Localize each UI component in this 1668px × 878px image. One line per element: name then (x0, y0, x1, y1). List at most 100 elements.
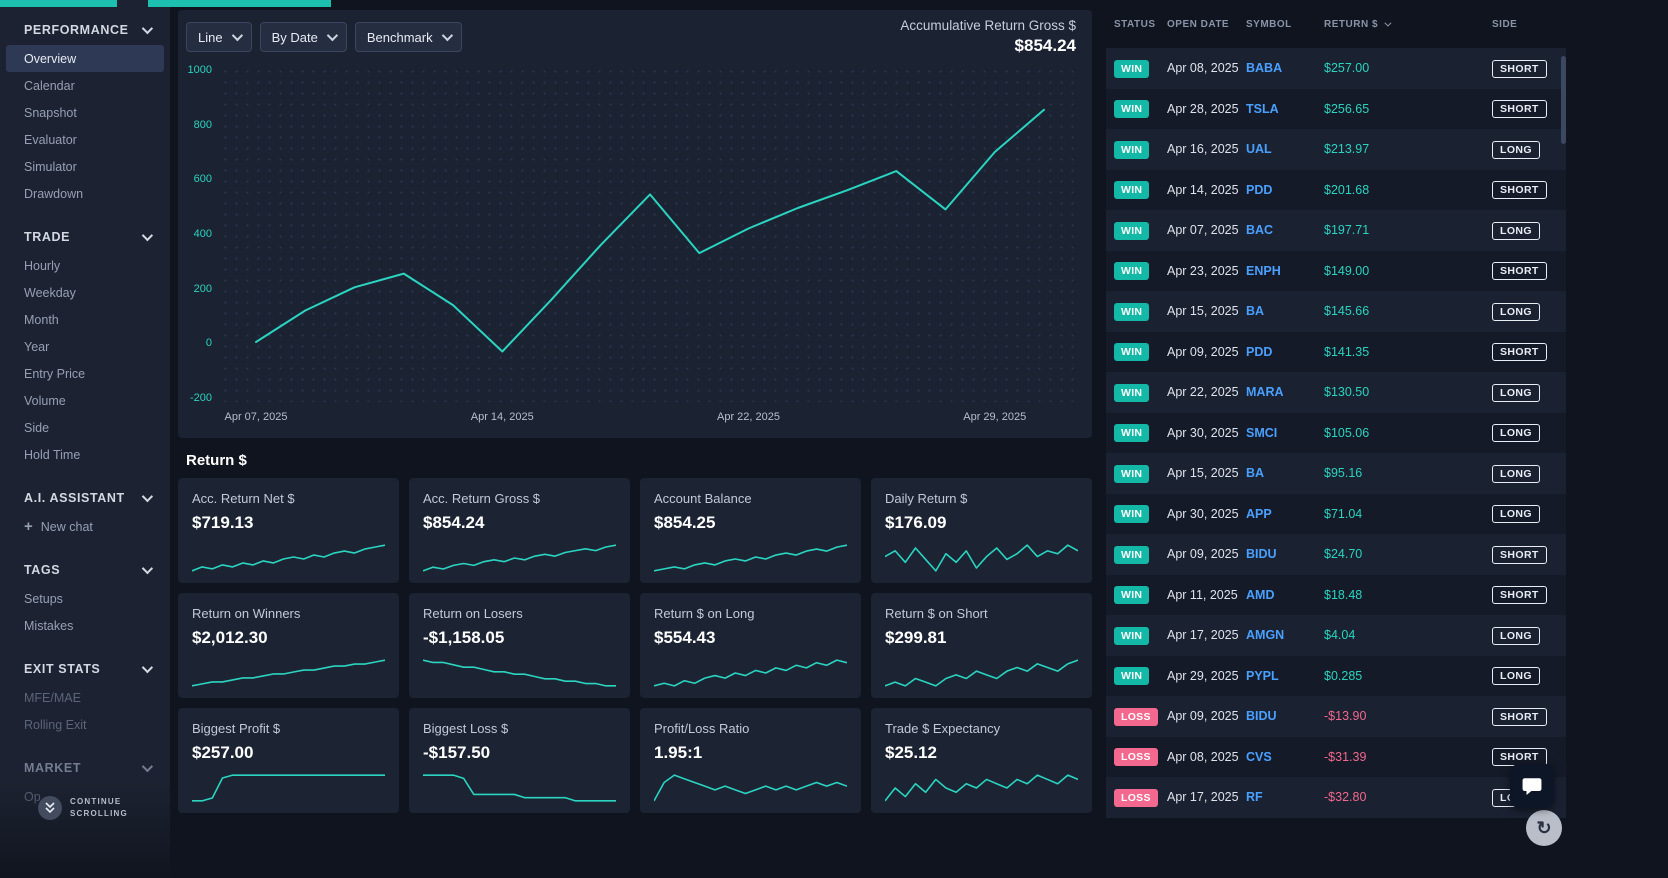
sidebar-section-performance[interactable]: PERFORMANCE (0, 14, 170, 45)
symbol-link[interactable]: CVS (1246, 750, 1324, 764)
sidebar-item-label: Month (24, 312, 59, 327)
sidebar-item-hourly[interactable]: Hourly (0, 252, 170, 279)
table-row[interactable]: WIN Apr 09, 2025 BIDU $24.70 SHORT (1106, 534, 1566, 575)
sidebar-item-new-chat[interactable]: + New chat (0, 513, 170, 540)
sidebar-item-weekday[interactable]: Weekday (0, 279, 170, 306)
side-cell: LONG (1492, 302, 1558, 321)
side-badge: SHORT (1492, 100, 1547, 119)
table-row[interactable]: WIN Apr 28, 2025 TSLA $256.65 SHORT (1106, 88, 1566, 129)
table-row[interactable]: WIN Apr 07, 2025 BAC $197.71 LONG (1106, 210, 1566, 251)
table-row[interactable]: LOSSApr 17, 2025RF-$32.80LONG (1106, 777, 1566, 818)
sidebar-item-evaluator[interactable]: Evaluator (0, 126, 170, 153)
sidebar-section-exit-stats[interactable]: EXIT STATS (0, 653, 170, 684)
sidebar-item-entry-price[interactable]: Entry Price (0, 360, 170, 387)
table-row[interactable]: WIN Apr 11, 2025 AMD $18.48 SHORT (1106, 574, 1566, 615)
column-header-return[interactable]: RETURN $ (1324, 19, 1492, 30)
symbol-link[interactable]: BABA (1246, 61, 1324, 75)
open-date-cell: Apr 29, 2025 (1167, 668, 1239, 683)
sidebar-item-rolling-exit[interactable]: Rolling Exit (0, 711, 170, 738)
sidebar-section-market[interactable]: MARKET (0, 752, 170, 783)
table-row[interactable]: WIN Apr 30, 2025 APP $71.04 LONG (1106, 493, 1566, 534)
symbol-link[interactable]: AMGN (1246, 628, 1324, 642)
continue-scrolling[interactable]: CONTINUE SCROLLING (38, 796, 128, 820)
symbol-link[interactable]: PDD (1246, 345, 1324, 359)
sidebar-item-snapshot[interactable]: Snapshot (0, 99, 170, 126)
open-date-cell: Apr 22, 2025 (1167, 385, 1239, 400)
sort-chevron-icon[interactable] (1384, 19, 1392, 27)
table-row[interactable]: LOSS Apr 08, 2025 CVS -$31.39 SHORT (1106, 736, 1566, 777)
column-header-status[interactable]: STATUS (1114, 19, 1167, 30)
table-row[interactable]: WIN Apr 23, 2025 ENPH $149.00 SHORT (1106, 250, 1566, 291)
return-cell: $130.50 (1324, 385, 1370, 400)
sidebar-item-overview[interactable]: Overview (6, 45, 164, 72)
sidebar-section-tags[interactable]: TAGS (0, 554, 170, 585)
sidebar-item-calendar[interactable]: Calendar (0, 72, 170, 99)
symbol-link[interactable]: TSLA (1246, 102, 1324, 116)
symbol-link[interactable]: MARA (1246, 385, 1324, 399)
y-tick-label: 0 (205, 337, 212, 350)
sidebar-item-year[interactable]: Year (0, 333, 170, 360)
scroll-down-icon[interactable] (38, 796, 62, 820)
symbol-link[interactable]: BA (1246, 466, 1324, 480)
stat-card-acc-return-gross[interactable]: Acc. Return Gross $ $854.24 (409, 478, 630, 583)
symbol-link[interactable]: PDD (1246, 183, 1324, 197)
table-row[interactable]: WIN Apr 30, 2025 SMCI $105.06 LONG (1106, 412, 1566, 453)
column-header-side[interactable]: SIDE (1492, 19, 1558, 30)
table-row[interactable]: WIN Apr 22, 2025 MARA $130.50 LONG (1106, 372, 1566, 413)
stat-card-return-on-winners[interactable]: Return on Winners $2,012.30 (178, 593, 399, 698)
scrollbar-thumb[interactable] (1561, 56, 1566, 144)
sidebar-section-a-i-assistant[interactable]: A.I. ASSISTANT (0, 482, 170, 513)
sidebar-item-side[interactable]: Side (0, 414, 170, 441)
table-row[interactable]: WIN Apr 09, 2025 PDD $141.35 SHORT (1106, 331, 1566, 372)
benchmark-dropdown[interactable]: Benchmark (354, 22, 462, 52)
sidebar-section-trade[interactable]: TRADE (0, 221, 170, 252)
table-row[interactable]: WIN Apr 29, 2025 PYPL $0.285 LONG (1106, 655, 1566, 696)
column-header-open-date[interactable]: OPEN DATE (1167, 19, 1246, 30)
status-badge: WIN (1114, 626, 1150, 645)
stat-card-daily-return[interactable]: Daily Return $ $176.09 (871, 478, 1092, 583)
stat-card-account-balance[interactable]: Account Balance $854.25 (640, 478, 861, 583)
symbol-link[interactable]: PYPL (1246, 669, 1324, 683)
sidebar-item-setups[interactable]: Setups (0, 585, 170, 612)
table-row[interactable]: WIN Apr 15, 2025 BA $95.16 LONG (1106, 453, 1566, 494)
stat-card-acc-return-net[interactable]: Acc. Return Net $ $719.13 (178, 478, 399, 583)
chat-launcher-button[interactable] (1510, 764, 1554, 808)
stat-card-trade-expectancy[interactable]: Trade $ Expectancy $25.12 (871, 708, 1092, 813)
symbol-link[interactable]: UAL (1246, 142, 1324, 156)
sidebar-item-volume[interactable]: Volume (0, 387, 170, 414)
stat-card-biggest-loss[interactable]: Biggest Loss $ -$157.50 (409, 708, 630, 813)
table-row[interactable]: WIN Apr 14, 2025 PDD $201.68 SHORT (1106, 169, 1566, 210)
open-date-cell: Apr 09, 2025 (1167, 547, 1239, 562)
side-cell: SHORT (1492, 707, 1558, 726)
by-date-dropdown[interactable]: By Date (259, 22, 347, 52)
sidebar-item-simulator[interactable]: Simulator (0, 153, 170, 180)
symbol-link[interactable]: RF (1246, 790, 1324, 804)
return-cell: -$31.39 (1324, 749, 1367, 764)
sidebar-item-month[interactable]: Month (0, 306, 170, 333)
stat-card-return-on-long[interactable]: Return $ on Long $554.43 (640, 593, 861, 698)
symbol-link[interactable]: ENPH (1246, 264, 1324, 278)
stat-card-return-on-losers[interactable]: Return on Losers -$1,158.05 (409, 593, 630, 698)
sidebar-item-hold-time[interactable]: Hold Time (0, 441, 170, 468)
symbol-link[interactable]: BIDU (1246, 547, 1324, 561)
symbol-link[interactable]: BA (1246, 304, 1324, 318)
symbol-link[interactable]: APP (1246, 507, 1324, 521)
sidebar-item-mistakes[interactable]: Mistakes (0, 612, 170, 639)
table-row[interactable]: WIN Apr 08, 2025 BABA $257.00 SHORT (1106, 48, 1566, 89)
stat-card-biggest-profit[interactable]: Biggest Profit $ $257.00 (178, 708, 399, 813)
symbol-link[interactable]: BIDU (1246, 709, 1324, 723)
symbol-link[interactable]: BAC (1246, 223, 1324, 237)
table-row[interactable]: WIN Apr 16, 2025 UAL $213.97 LONG (1106, 129, 1566, 170)
symbol-link[interactable]: AMD (1246, 588, 1324, 602)
table-row[interactable]: LOSS Apr 09, 2025 BIDU -$13.90 SHORT (1106, 696, 1566, 737)
stat-card-profit-loss-ratio[interactable]: Profit/Loss Ratio 1.95:1 (640, 708, 861, 813)
column-header-symbol[interactable]: SYMBOL (1246, 19, 1324, 30)
table-row[interactable]: WIN Apr 15, 2025 BA $145.66 LONG (1106, 291, 1566, 332)
table-row[interactable]: WIN Apr 17, 2025 AMGN $4.04 LONG (1106, 615, 1566, 656)
stat-card-return-on-short[interactable]: Return $ on Short $299.81 (871, 593, 1092, 698)
line-dropdown[interactable]: Line (186, 22, 252, 52)
symbol-link[interactable]: SMCI (1246, 426, 1324, 440)
sidebar-item-drawdown[interactable]: Drawdown (0, 180, 170, 207)
secondary-widget-button[interactable]: ↻ (1526, 810, 1562, 846)
sidebar-item-mfe-mae[interactable]: MFE/MAE (0, 684, 170, 711)
